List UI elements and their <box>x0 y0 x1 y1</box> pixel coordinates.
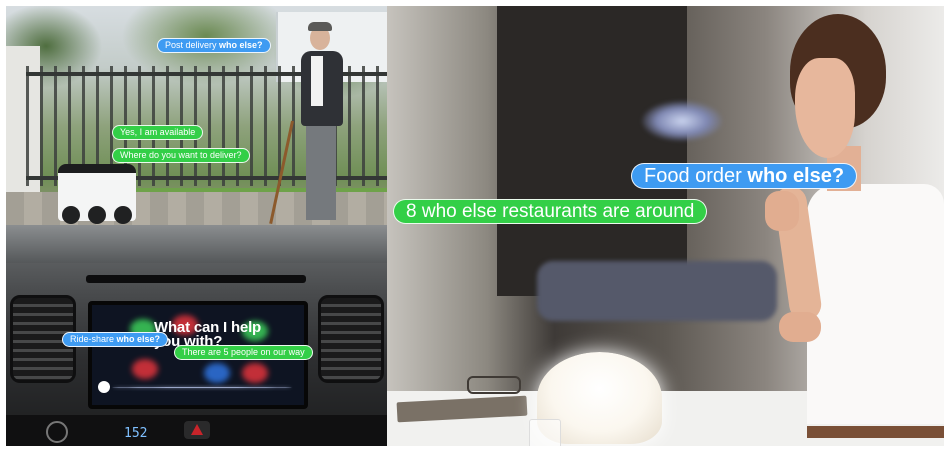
assistant-orb-blue <box>204 363 230 383</box>
bubble-food-order: Food order who else? <box>631 163 858 189</box>
doorway <box>497 6 687 296</box>
bubble-post-delivery-prefix: Post delivery <box>165 40 220 50</box>
hazard-icon <box>191 424 203 435</box>
bubble-post-delivery: Post delivery who else? <box>157 38 271 53</box>
sofa <box>537 261 777 321</box>
robot-wheel <box>114 206 132 224</box>
voice-waveform <box>112 387 292 388</box>
bubble-where-deliver: Where do you want to deliver? <box>112 148 250 163</box>
mic-icon[interactable] <box>98 381 110 393</box>
bubble-ride-share-bold: who else? <box>116 334 161 344</box>
kitchen-photo <box>387 6 944 446</box>
bubble-restaurants: 8 who else restaurants are around <box>393 199 708 224</box>
woman-blouse <box>807 184 944 424</box>
eyeglasses <box>467 376 521 394</box>
woman-hand-resting <box>779 312 821 342</box>
robot-wheel <box>62 206 80 224</box>
man-shirt <box>311 56 323 106</box>
woman-face <box>795 58 855 158</box>
bubble-ride-share-prefix: Ride-share <box>70 334 117 344</box>
bubble-food-order-prefix: Food order <box>644 165 748 187</box>
woman-belt <box>807 426 944 438</box>
cd-slot <box>86 275 306 283</box>
woman-hand-phone <box>765 191 799 231</box>
drinking-glass <box>529 419 561 446</box>
dashboard-top <box>6 225 387 263</box>
bubble-five-people: There are 5 people on our way <box>174 345 313 360</box>
power-knob-icon[interactable] <box>46 421 68 443</box>
man-legs <box>306 124 336 220</box>
robot-wheel <box>88 206 106 224</box>
man-cap <box>308 22 332 31</box>
bubble-available: Yes, I am available <box>112 125 204 140</box>
assistant-orb-red <box>242 363 268 383</box>
bubble-food-order-bold: who else? <box>747 165 845 187</box>
air-vent-right <box>318 295 384 383</box>
assistant-orb-red <box>132 359 158 379</box>
bubble-ride-share: Ride-share who else? <box>62 332 169 347</box>
ceiling-light <box>642 101 722 141</box>
temperature-display: 152 <box>124 426 148 441</box>
bubble-post-delivery-bold: who else? <box>219 40 263 50</box>
